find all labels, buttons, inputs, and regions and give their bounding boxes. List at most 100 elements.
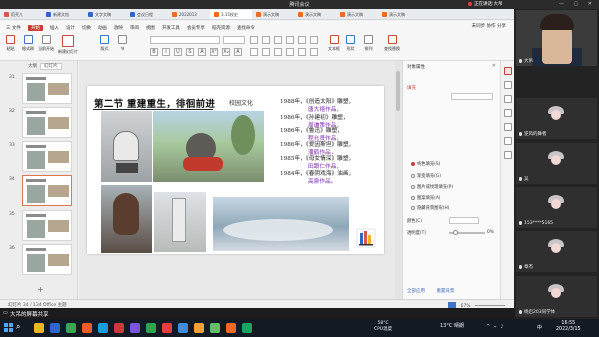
canvas-scrollbar[interactable] <box>395 61 401 299</box>
paragraph-align-icon[interactable] <box>274 36 282 44</box>
ribbon-button[interactable]: 节 <box>118 35 127 52</box>
paragraph-align-icon[interactable] <box>310 36 318 44</box>
participant-tile[interactable]: 153****5165 <box>516 187 597 228</box>
ribbon-button[interactable]: 排列 <box>364 35 373 52</box>
history-entry[interactable]: 1986年，《孙建初》雕塑， <box>280 115 349 122</box>
fill-option[interactable]: 渐变填充(G) <box>411 173 441 179</box>
text-format-button[interactable]: X² <box>210 48 218 56</box>
photo-bust-portrait[interactable] <box>101 111 152 182</box>
text-format-button[interactable]: X₂ <box>222 48 230 56</box>
slide-thumbnail[interactable] <box>22 73 72 104</box>
history-entry[interactable]: 1986年，《鲁迅》雕塑， <box>280 128 343 135</box>
slides-tab[interactable]: 幻灯片 <box>40 63 62 70</box>
paragraph-spacing-icon[interactable] <box>286 48 294 56</box>
menu-item[interactable]: 设计 <box>66 25 75 31</box>
taskbar-app-icon[interactable] <box>210 323 220 333</box>
ribbon-button[interactable]: 形状 <box>346 35 355 52</box>
fill-section-header[interactable]: 填充 <box>407 85 416 91</box>
start-icon[interactable] <box>4 323 13 332</box>
transparency-value[interactable]: 0% <box>487 230 494 235</box>
ribbon-button[interactable]: 粘贴 <box>6 35 15 52</box>
fill-type-dropdown[interactable] <box>451 93 493 100</box>
taskbar-app-icon[interactable] <box>114 323 124 333</box>
fill-option[interactable]: 纯色填充(S) <box>411 161 440 167</box>
transparency-slider[interactable] <box>449 230 485 235</box>
radio-icon[interactable] <box>411 174 415 178</box>
radio-checked-icon[interactable] <box>411 162 415 166</box>
side-tool-icon[interactable] <box>504 109 512 117</box>
participant-tile[interactable]: 章杰 <box>516 231 597 272</box>
text-format-button[interactable]: B <box>150 48 158 56</box>
document-tab[interactable]: 演示文稿 <box>378 10 420 19</box>
taskbar-app-icon[interactable] <box>194 323 204 333</box>
cpu-temp-widget[interactable]: 58°C CPU温度 <box>374 321 392 333</box>
paragraph-align-icon[interactable] <box>262 36 270 44</box>
ribbon-button[interactable]: 格式刷 <box>22 35 34 52</box>
close-pane-icon[interactable]: ✕ <box>492 63 496 69</box>
document-tab[interactable]: 会议日程 <box>126 10 168 19</box>
document-tab[interactable]: 演示文稿 <box>336 10 378 19</box>
zoom-slider[interactable] <box>475 305 505 306</box>
photo-standing-statue[interactable] <box>154 192 206 252</box>
menu-item[interactable]: 三 文件 <box>6 25 21 31</box>
add-slide-icon[interactable]: + <box>37 285 44 294</box>
fill-option[interactable]: 图案填充(A) <box>411 195 440 201</box>
paragraph-spacing-icon[interactable] <box>262 48 270 56</box>
slide-thumbnail[interactable] <box>22 244 72 275</box>
ribbon-button[interactable]: 当前开始 <box>38 35 54 52</box>
slide-thumbnail[interactable] <box>22 141 72 172</box>
taskbar-app-icon[interactable] <box>146 323 156 333</box>
text-format-button[interactable]: A <box>198 48 206 56</box>
text-format-button[interactable]: A <box>234 48 242 56</box>
menu-item[interactable]: 查找命令 <box>237 25 255 31</box>
side-tool-icon[interactable] <box>504 81 512 89</box>
outline-tab[interactable]: 大纲 <box>28 64 37 69</box>
ribbon-button[interactable]: 查找替换 <box>384 35 400 52</box>
menu-item[interactable]: 切换 <box>82 25 91 31</box>
side-tool-icon[interactable] <box>504 67 512 75</box>
ribbon-button[interactable]: 文本框 <box>328 35 340 52</box>
text-format-button[interactable]: U <box>174 48 182 56</box>
text-format-button[interactable]: I <box>162 48 170 56</box>
apply-all-button[interactable]: 全部应用 <box>407 289 425 294</box>
reset-background-button[interactable]: 重置背景 <box>436 289 454 294</box>
history-entry[interactable]: 1986年，《爱因斯坦》雕塑， <box>280 142 354 149</box>
document-tab[interactable]: 2022013 <box>168 10 210 19</box>
menu-item[interactable]: 会员专享 <box>187 25 205 31</box>
slide-subtitle[interactable]: 校园文化 <box>229 98 253 107</box>
taskbar-app-icon[interactable] <box>162 323 172 333</box>
document-tab[interactable]: 新建文档 <box>42 10 84 19</box>
taskbar-app-icon[interactable] <box>242 323 252 333</box>
history-author[interactable]: 田跟仁作品， <box>308 164 342 171</box>
taskbar-app-icon[interactable] <box>98 323 108 333</box>
search-icon[interactable]: ⌕ <box>16 322 28 334</box>
scroll-thumb[interactable] <box>396 71 400 111</box>
participant-tile[interactable]: 大吊 <box>516 10 597 66</box>
slide-title[interactable]: 第二节 重建重生，徘徊前进 <box>94 96 215 110</box>
radio-icon[interactable] <box>411 185 415 189</box>
menu-item[interactable]: 审阅 <box>130 25 139 31</box>
photo-sea-painting[interactable] <box>213 197 349 251</box>
menu-right-actions[interactable]: 未同步 协作 分享 <box>472 23 506 29</box>
paragraph-spacing-icon[interactable] <box>274 48 282 56</box>
fill-option[interactable]: 图片或纹理填充(P) <box>411 184 453 190</box>
radio-icon[interactable] <box>411 206 415 210</box>
history-entry[interactable]: 1985年，《母女情深》雕塑， <box>280 156 354 163</box>
history-entry[interactable]: 1988年，《创造太阳》雕塑， <box>280 99 354 106</box>
weather-widget[interactable]: 13°C 晴朗 <box>440 322 464 329</box>
ribbon-button[interactable]: 新建幻灯片 <box>58 35 78 55</box>
photo-luxun-bust[interactable] <box>101 185 152 253</box>
menu-item[interactable]: 开发工具 <box>162 25 180 31</box>
menu-item[interactable]: 稻壳资源 <box>212 25 230 31</box>
taskbar-app-icon[interactable] <box>66 323 76 333</box>
taskbar-app-icon[interactable] <box>226 323 236 333</box>
paragraph-align-icon[interactable] <box>286 36 294 44</box>
menu-item[interactable]: 开始 <box>27 25 43 31</box>
taskbar-app-icon[interactable] <box>130 323 140 333</box>
ribbon-button[interactable]: 版式 <box>100 35 109 52</box>
text-format-button[interactable]: S <box>186 48 194 56</box>
menu-item[interactable]: 视图 <box>146 25 155 31</box>
input-method-indicator[interactable]: 中 <box>537 324 542 331</box>
participant-tile[interactable]: 吴 <box>516 143 597 184</box>
paragraph-align-icon[interactable] <box>298 36 306 44</box>
